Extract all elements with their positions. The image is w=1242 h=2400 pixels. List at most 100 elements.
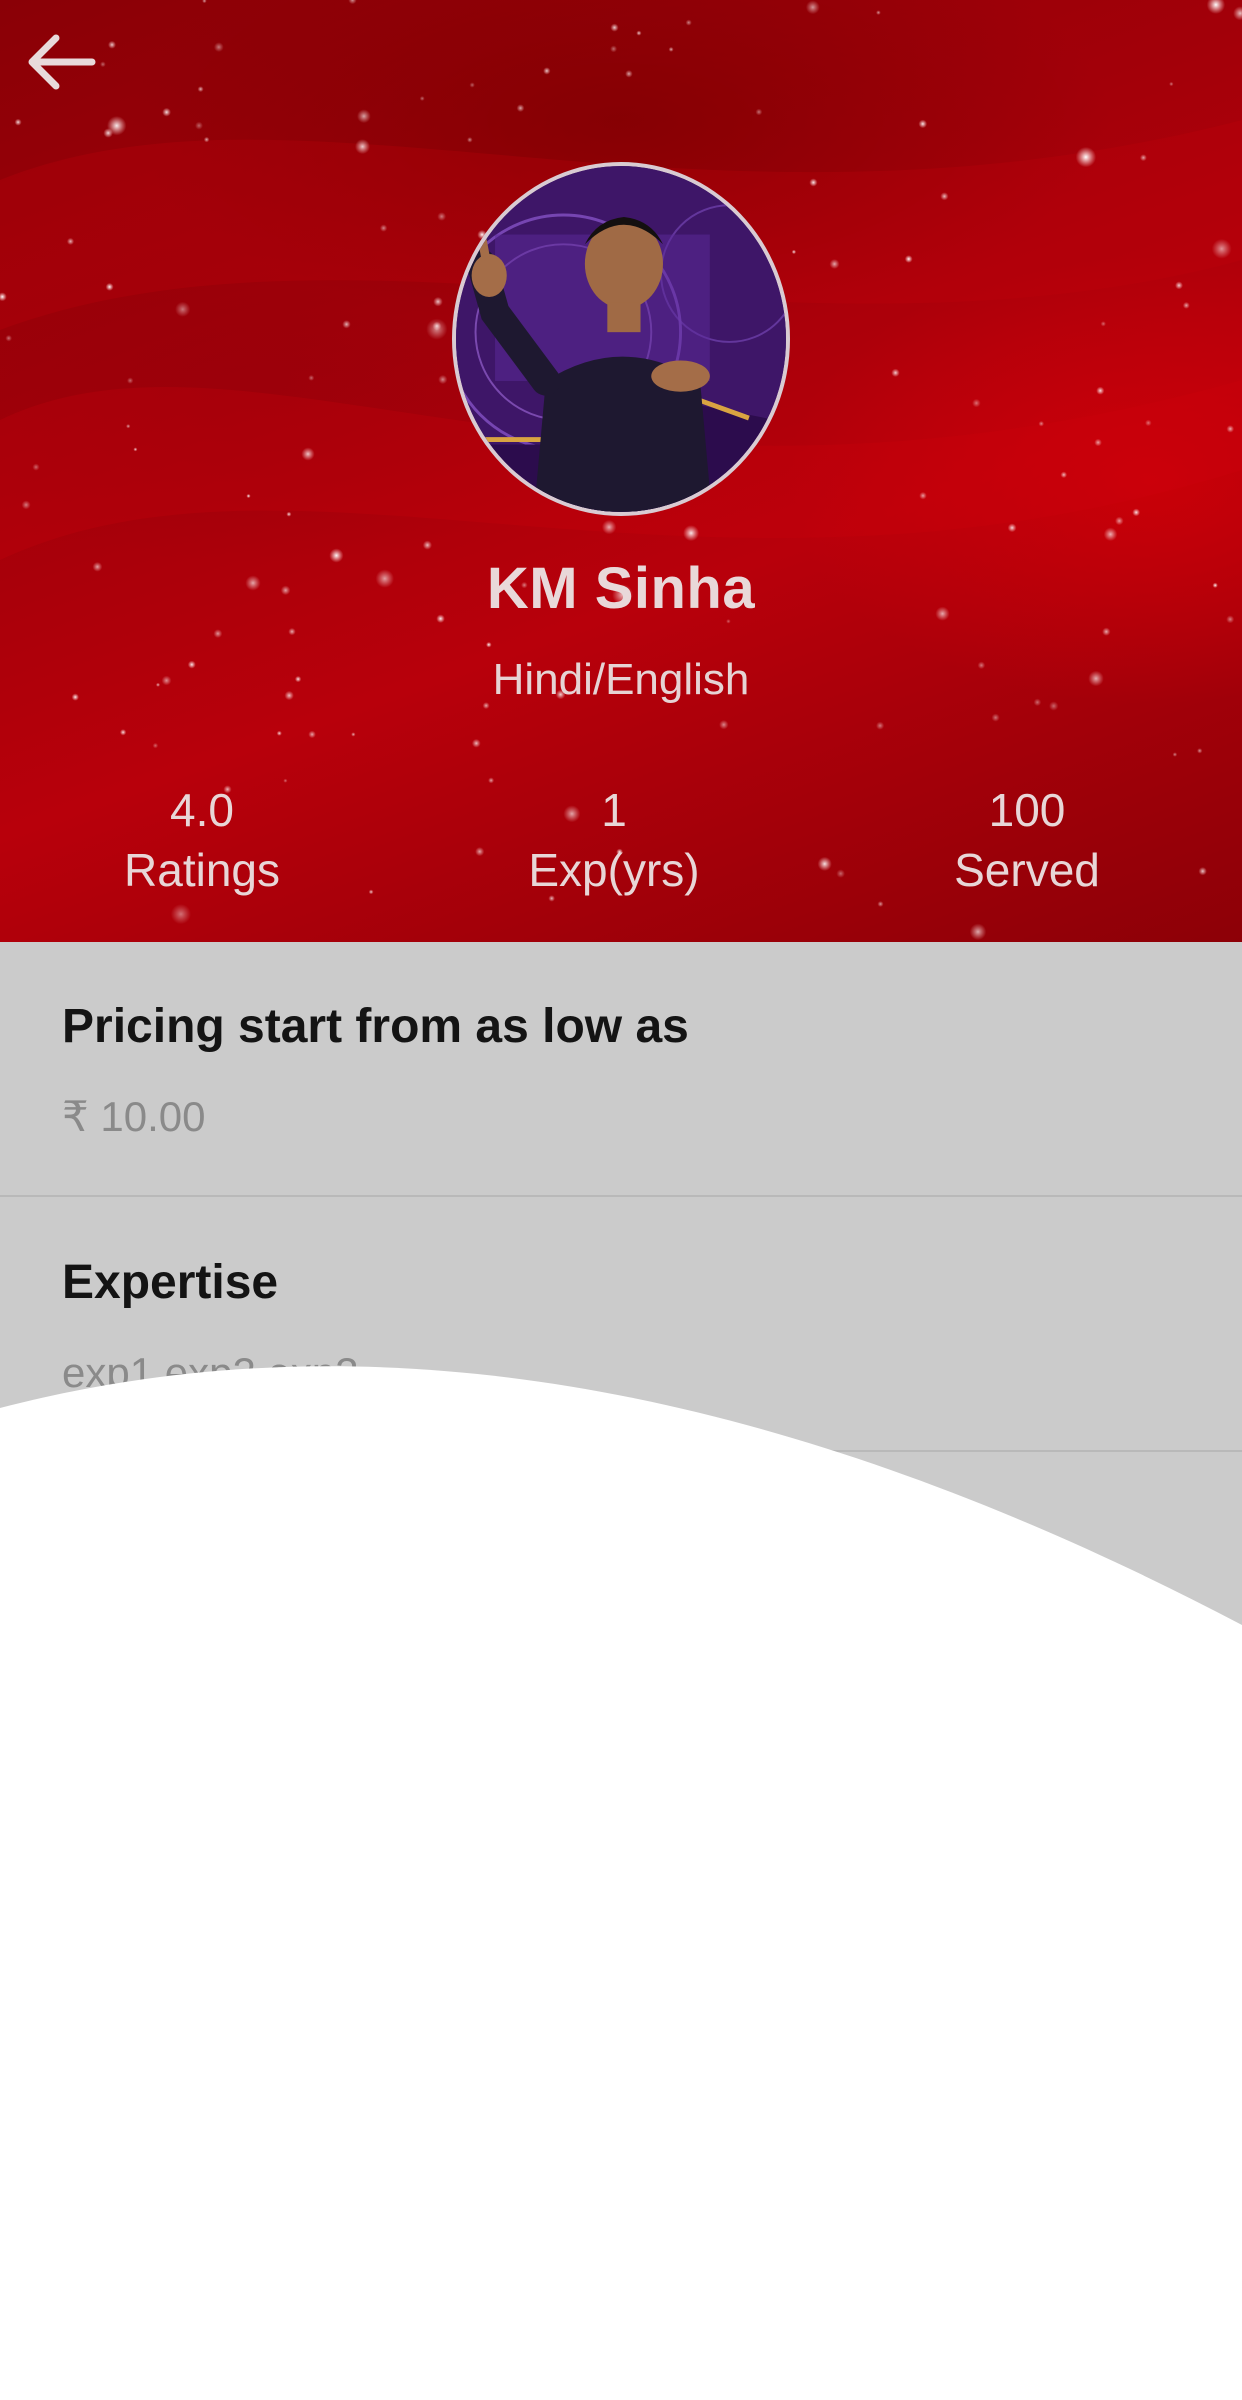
stat-experience: 1 Exp(yrs): [434, 782, 794, 902]
sparkle-dot: [891, 368, 900, 377]
sparkle-dot: [437, 212, 447, 221]
sparkle-dot: [438, 374, 448, 385]
sparkle-dot: [348, 0, 357, 5]
sparkle-dot: [991, 713, 1000, 722]
white-circle-overlay: [0, 1366, 1242, 2400]
sparkle-dot: [1102, 627, 1111, 636]
sparkle-dot: [829, 259, 840, 269]
profile-avatar: [452, 162, 790, 516]
sparkle-dot: [601, 519, 617, 535]
sparkle-dot: [972, 398, 981, 408]
sparkle-dot: [195, 121, 203, 130]
stat-ratings: 4.0 Ratings: [22, 782, 382, 902]
sparkle-dot: [1172, 752, 1178, 757]
sparkle-dot: [175, 301, 191, 317]
sparkle-dot: [133, 447, 138, 452]
sparkle-dot: [919, 491, 927, 500]
sparkle-dot: [918, 119, 928, 129]
sparkle-dot: [625, 70, 633, 78]
sparkle-dot: [203, 136, 210, 143]
sparkle-dot: [1060, 471, 1068, 479]
served-label: Served: [954, 844, 1100, 896]
astrologer-profile-screen: KM Sinha Hindi/English 4.0 Ratings 1 Exp…: [0, 0, 1242, 2400]
stat-served: 100 Served: [847, 782, 1207, 902]
sparkle-dot: [213, 629, 223, 638]
sparkle-dot: [610, 45, 618, 53]
sparkle-dot: [170, 904, 191, 925]
served-value: 100: [988, 784, 1066, 836]
sparkle-dot: [21, 500, 31, 510]
sparkle-dot: [342, 320, 351, 329]
sparkle-dot: [66, 237, 75, 245]
sparkle-dot: [1096, 386, 1105, 395]
sparkle-dot: [432, 321, 442, 331]
sparkle-dot: [836, 869, 845, 878]
sparkle-dot: [683, 525, 700, 542]
sparkle-dot: [351, 732, 356, 737]
sparkle-dot: [1038, 420, 1045, 427]
sparkle-dot: [809, 178, 818, 187]
astrologer-languages: Hindi/English: [492, 655, 750, 704]
sparkle-dot: [357, 109, 371, 124]
sparkle-dot: [467, 137, 473, 143]
astrologer-name: KM Sinha: [486, 556, 756, 621]
sparkle-dot: [719, 720, 729, 730]
sparkle-dot: [486, 641, 492, 648]
sparkle-dot: [14, 118, 22, 126]
experience-value: 1: [601, 784, 627, 836]
sparkle-dot: [433, 296, 443, 307]
sparkle-dot: [1100, 321, 1107, 327]
sparkle-dot: [276, 730, 282, 736]
sparkle-dot: [419, 96, 425, 101]
sparkle-dot: [876, 721, 885, 730]
sparkle-dot: [1233, 6, 1242, 21]
sparkle-dot: [422, 540, 432, 550]
sparkle-dot: [1226, 425, 1235, 433]
arrow-left-icon: [28, 34, 96, 90]
astrologer-photo: [456, 166, 786, 512]
sparkle-dot: [32, 463, 40, 471]
sparkle-dot: [1094, 438, 1102, 447]
sparkle-dot: [471, 738, 481, 748]
back-button[interactable]: [18, 24, 102, 100]
sparkle-dot: [197, 86, 204, 93]
sparkle-dot: [516, 104, 525, 112]
sparkle-dot: [5, 334, 12, 342]
experience-label: Exp(yrs): [528, 844, 700, 896]
ratings-label: Ratings: [124, 844, 280, 896]
sparkle-dot: [107, 116, 127, 136]
sparkle-dot: [1175, 281, 1183, 290]
sparkle-dot: [379, 224, 388, 232]
sparkle-dot: [755, 108, 763, 116]
sparkle-dot: [969, 923, 987, 941]
sparkle-dot: [791, 249, 797, 255]
sparkle-dot: [127, 377, 134, 384]
sparkle-dot: [1103, 527, 1118, 542]
pricing-value: ₹ 10.00: [62, 1093, 206, 1140]
sparkle-dot: [152, 742, 159, 749]
sparkle-dot: [940, 192, 949, 201]
sparkle-dot: [904, 255, 913, 263]
sparkle-dot: [1169, 81, 1174, 87]
sparkle-dot: [1075, 146, 1097, 168]
sparkle-dot: [636, 30, 642, 36]
sparkle-dot: [668, 46, 674, 52]
sparkle-dot: [105, 282, 114, 291]
expertise-section: Expertise exp1,exp2,exp3: [0, 1197, 1242, 1452]
sparkle-dot: [610, 23, 619, 32]
sparkle-dot: [162, 107, 172, 117]
profile-header: KM Sinha Hindi/English 4.0 Ratings 1 Exp…: [0, 0, 1242, 942]
pricing-section: Pricing start from as low as ₹ 10.00: [0, 942, 1242, 1197]
sparkle-dot: [469, 82, 475, 88]
sparkle-dot: [543, 67, 551, 75]
sparkle-dot: [1211, 238, 1232, 259]
sparkle-dot: [108, 40, 116, 49]
sparkle-dot: [1115, 516, 1124, 526]
sparkle-dot: [126, 424, 131, 429]
sparkle-dot: [301, 447, 315, 461]
sparkle-dot: [288, 627, 296, 636]
expertise-title: Expertise: [62, 1256, 279, 1309]
sparkle-dot: [202, 0, 207, 4]
expertise-value: exp1,exp2,exp3: [62, 1349, 359, 1396]
sparkle-dot: [1145, 419, 1152, 427]
